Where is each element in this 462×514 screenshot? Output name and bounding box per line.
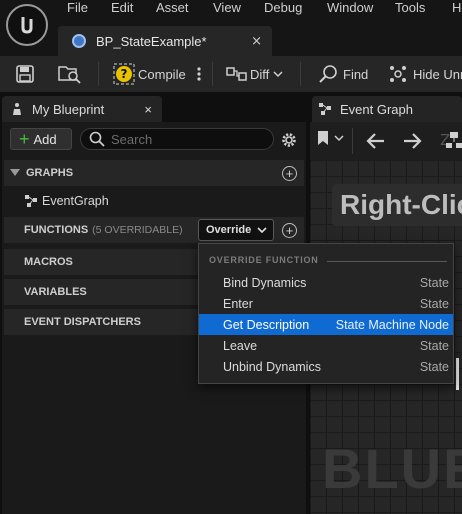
diff-icon: [226, 67, 247, 81]
macros-header-label: MACROS: [24, 256, 73, 268]
override-menu-header: OVERRIDE FUNCTION: [209, 255, 319, 265]
menu-item-context: State: [419, 338, 449, 353]
bookmark-button[interactable]: [316, 130, 344, 146]
chevron-down-icon: [257, 227, 267, 234]
hierarchy-icon[interactable]: [446, 131, 462, 151]
graph-icon: [319, 103, 331, 115]
main-toolbar: ? Compile Diff Find Hide Unr: [0, 56, 462, 92]
menu-view[interactable]: View: [213, 0, 241, 15]
menu-asset[interactable]: Asset: [156, 0, 189, 15]
menu-item-context: State: [419, 296, 449, 311]
compile-label: Compile: [138, 66, 186, 82]
functions-header-label: FUNCTIONS: [24, 224, 89, 236]
blueprint-icon: [72, 34, 86, 48]
override-function-menu: OVERRIDE FUNCTION Bind Dynamics State En…: [198, 243, 454, 384]
close-icon[interactable]: ×: [144, 102, 152, 117]
event-dispatchers-header-label: EVENT DISPATCHERS: [24, 316, 141, 328]
menu-item-name: Bind Dynamics: [223, 275, 307, 290]
event-graph-item[interactable]: EventGraph: [24, 190, 109, 212]
chevron-down-icon: [273, 71, 283, 78]
hide-unrelated-label: Hide Unr: [413, 66, 462, 82]
menu-debug[interactable]: Debug: [264, 0, 302, 15]
unreal-logo-icon[interactable]: [6, 4, 48, 46]
forward-arrow-icon[interactable]: [402, 132, 422, 150]
my-blueprint-tab-label: My Blueprint: [32, 101, 105, 117]
graph-toolbar: Z: [310, 122, 462, 160]
svg-text:?: ?: [121, 67, 128, 81]
menu-item-name: Enter: [223, 296, 253, 311]
diff-label: Diff: [250, 66, 270, 82]
menu-file[interactable]: File: [67, 0, 88, 15]
find-label: Find: [343, 66, 369, 82]
menu-item-get-description[interactable]: Get Description State Machine Node: [199, 314, 453, 335]
menu-edit[interactable]: Edit: [111, 0, 133, 15]
diff-button[interactable]: Diff: [226, 56, 283, 92]
bookmark-icon: [318, 131, 328, 145]
menu-item-enter[interactable]: Enter State: [199, 293, 453, 314]
save-icon: [16, 65, 34, 83]
menu-item-name: Leave: [223, 338, 258, 353]
search-icon: [89, 131, 105, 147]
my-blueprint-tab[interactable]: My Blueprint ×: [2, 96, 162, 122]
compile-button[interactable]: ? Compile: [113, 56, 186, 92]
more-options-icon: [197, 67, 201, 81]
add-function-icon[interactable]: +: [282, 222, 297, 238]
functions-count: (5 OVERRIDABLE): [92, 224, 183, 236]
add-label: Add: [33, 131, 57, 147]
compile-options-button[interactable]: [196, 56, 202, 92]
menu-tools[interactable]: Tools: [395, 0, 425, 15]
compile-warning-icon: ?: [113, 63, 135, 85]
menu-item-name: Unbind Dynamics: [223, 359, 321, 374]
back-arrow-icon[interactable]: [366, 132, 386, 150]
gear-icon[interactable]: [280, 131, 298, 149]
menu-item-unbind-dynamics[interactable]: Unbind Dynamics State: [199, 356, 453, 377]
override-label: Override: [206, 224, 252, 236]
search-input[interactable]: [111, 131, 261, 147]
menu-help[interactable]: He: [452, 0, 462, 15]
graph-node-edge: [456, 358, 459, 390]
add-button[interactable]: + Add: [10, 128, 72, 150]
find-icon: [319, 65, 337, 83]
hide-unrelated-button[interactable]: Hide Unr: [388, 56, 462, 92]
graphs-header-label: GRAPHS: [26, 167, 74, 179]
browse-icon: [58, 66, 81, 84]
right-click-hint-banner: Right-Clic: [332, 184, 462, 226]
hide-unrelated-icon: [390, 66, 406, 82]
menu-item-context: State: [419, 275, 449, 290]
plus-icon: +: [19, 129, 30, 149]
menu-window[interactable]: Window: [327, 0, 373, 15]
collapse-arrow-icon: [10, 169, 20, 176]
menu-item-name: Get Description: [223, 317, 310, 332]
event-graph-label: EventGraph: [42, 194, 109, 208]
blueprint-panel-icon: [13, 103, 21, 115]
add-graph-icon[interactable]: +: [282, 165, 297, 181]
close-icon[interactable]: ×: [251, 34, 262, 49]
graphs-section-header[interactable]: GRAPHS +: [4, 160, 304, 186]
search-box[interactable]: [80, 128, 274, 150]
document-tab[interactable]: BP_StateExample* ×: [58, 26, 272, 56]
browse-button[interactable]: [58, 56, 82, 92]
blueprint-watermark: BLUEI: [322, 437, 462, 500]
menu-item-leave[interactable]: Leave State: [199, 335, 453, 356]
save-button[interactable]: [16, 56, 34, 92]
menu-item-bind-dynamics[interactable]: Bind Dynamics State: [199, 272, 453, 293]
chevron-down-icon: [334, 135, 344, 142]
find-button[interactable]: Find: [318, 56, 368, 92]
event-graph-tab[interactable]: Event Graph: [312, 96, 462, 122]
document-tab-title: BP_StateExample*: [96, 33, 207, 49]
event-graph-tab-label: Event Graph: [340, 101, 413, 117]
menu-item-context: State Machine Node: [335, 317, 449, 332]
menu-item-context: State: [419, 359, 449, 374]
graph-icon: [25, 195, 37, 207]
override-dropdown-button[interactable]: Override: [198, 219, 274, 241]
variables-header-label: VARIABLES: [24, 286, 87, 298]
menu-bar: File Edit Asset View Debug Window Tools …: [0, 0, 462, 56]
